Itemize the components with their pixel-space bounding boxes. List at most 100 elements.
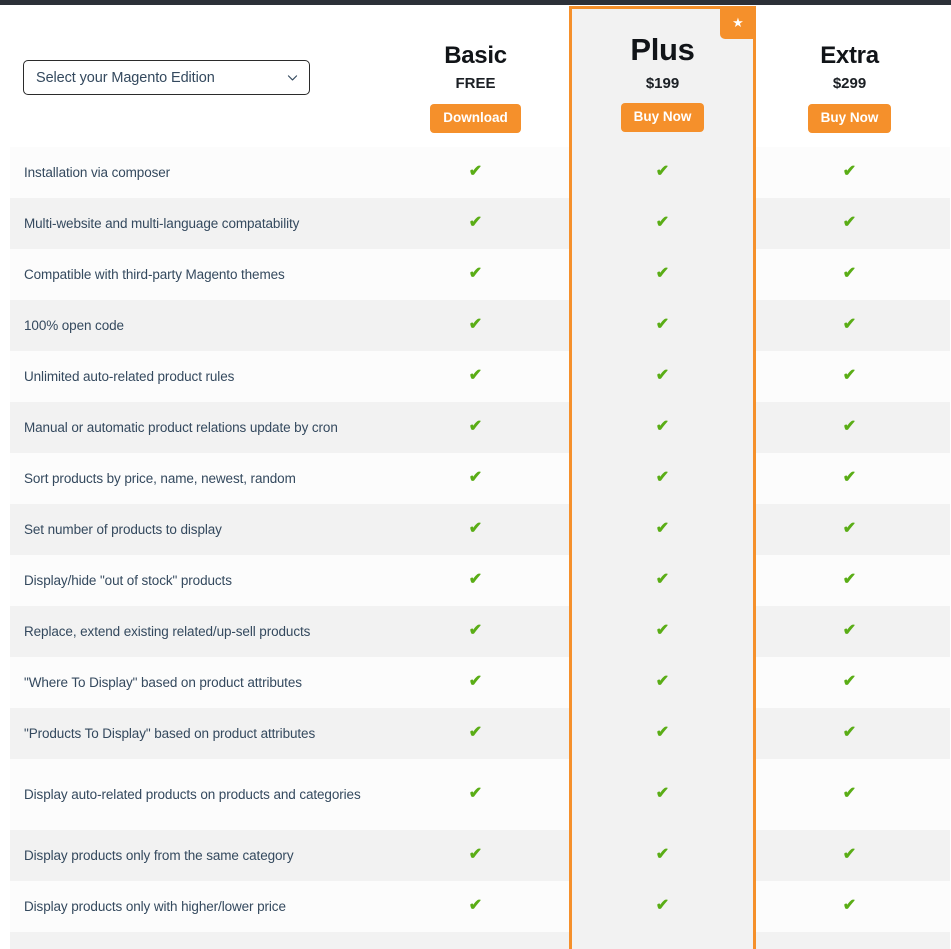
check-icon: ✔ bbox=[655, 264, 670, 282]
check-icon: ✔ bbox=[842, 723, 857, 741]
check-icon: ✔ bbox=[655, 162, 670, 180]
feature-label: Set number of products to display bbox=[24, 521, 222, 537]
feature-comparison-table: Installation via composer ✔ ✔ ✔ Multi-websit… bbox=[0, 147, 951, 949]
check-icon: ✔ bbox=[468, 366, 483, 384]
check-icon: ✔ bbox=[655, 672, 670, 690]
check-icon: ✔ bbox=[655, 213, 670, 231]
feature-label: Display/hide "out of stock" products bbox=[24, 572, 232, 588]
download-button[interactable]: Download bbox=[430, 104, 521, 133]
check-icon: ✔ bbox=[655, 519, 670, 537]
check-icon: ✔ bbox=[468, 672, 483, 690]
chevron-down-icon bbox=[286, 71, 299, 84]
feature-availability-extra: ✔ bbox=[756, 881, 943, 932]
plan-column-basic: Basic FREE Download bbox=[382, 5, 569, 147]
check-icon: ✔ bbox=[842, 468, 857, 486]
feature-availability-basic: ✔ bbox=[382, 249, 569, 300]
check-icon: ✔ bbox=[468, 896, 483, 914]
feature-availability-extra: ✔ bbox=[756, 402, 943, 453]
check-icon: ✔ bbox=[842, 162, 857, 180]
feature-availability-plus: ✔ bbox=[569, 147, 756, 198]
feature-availability-extra: ✔ bbox=[756, 606, 943, 657]
check-icon: ✔ bbox=[842, 315, 857, 333]
check-icon: ✔ bbox=[842, 672, 857, 690]
feature-availability-extra: ✔ bbox=[756, 351, 943, 402]
feature-availability-extra: ✔ bbox=[756, 759, 943, 830]
feature-availability-plus: ✔ bbox=[569, 657, 756, 708]
feature-availability-extra: ✔ bbox=[756, 830, 943, 881]
feature-availability-basic: ✔ bbox=[382, 351, 569, 402]
check-icon: ✔ bbox=[468, 570, 483, 588]
check-icon: ✔ bbox=[655, 723, 670, 741]
plan-price-basic: FREE bbox=[455, 75, 496, 92]
magento-edition-select[interactable]: Select your Magento Edition bbox=[23, 60, 310, 95]
table-row: "Where To Display" based on product attr… bbox=[10, 657, 950, 708]
feature-availability-extra: ✔ bbox=[756, 198, 943, 249]
table-row: Set number of products to display ✔ ✔ ✔ bbox=[10, 504, 950, 555]
feature-availability-extra: ✔ bbox=[756, 249, 943, 300]
feature-availability-plus: ✔ bbox=[569, 830, 756, 881]
feature-availability-basic bbox=[382, 932, 569, 949]
feature-availability-extra bbox=[756, 932, 943, 949]
buy-now-button-extra[interactable]: Buy Now bbox=[807, 104, 892, 133]
feature-availability-basic: ✔ bbox=[382, 504, 569, 555]
feature-label: Display auto-related products on product… bbox=[24, 786, 361, 802]
table-row: Replace, extend existing related/up-sell… bbox=[10, 606, 950, 657]
plan-name-plus: Plus bbox=[630, 32, 695, 67]
check-icon: ✔ bbox=[655, 417, 670, 435]
feature-availability-plus: ✔ bbox=[569, 351, 756, 402]
feature-availability-plus: ✔ bbox=[569, 453, 756, 504]
feature-label: "Products To Display" based on product a… bbox=[24, 725, 316, 741]
table-row bbox=[10, 932, 950, 949]
feature-availability-plus: ✔ bbox=[569, 555, 756, 606]
check-icon: ✔ bbox=[468, 468, 483, 486]
feature-availability-extra: ✔ bbox=[756, 504, 943, 555]
check-icon: ✔ bbox=[655, 845, 670, 863]
check-icon: ✔ bbox=[655, 468, 670, 486]
feature-availability-plus: ✔ bbox=[569, 759, 756, 830]
feature-availability-extra: ✔ bbox=[756, 555, 943, 606]
check-icon: ✔ bbox=[468, 315, 483, 333]
table-row: Compatible with third-party Magento them… bbox=[10, 249, 950, 300]
feature-availability-basic: ✔ bbox=[382, 300, 569, 351]
check-icon: ✔ bbox=[842, 570, 857, 588]
feature-availability-basic: ✔ bbox=[382, 606, 569, 657]
feature-availability-basic: ✔ bbox=[382, 830, 569, 881]
feature-availability-basic: ✔ bbox=[382, 147, 569, 198]
check-icon: ✔ bbox=[468, 417, 483, 435]
check-icon: ✔ bbox=[468, 519, 483, 537]
plan-column-extra: Extra $299 Buy Now bbox=[756, 5, 943, 147]
check-icon: ✔ bbox=[655, 896, 670, 914]
feature-label: Manual or automatic product relations up… bbox=[24, 419, 338, 435]
pricing-comparison-page: Select your Magento Edition Basic FREE D… bbox=[0, 0, 951, 949]
check-icon: ✔ bbox=[468, 784, 483, 802]
feature-availability-extra: ✔ bbox=[756, 147, 943, 198]
table-row: Multi-website and multi-language compata… bbox=[10, 198, 950, 249]
feature-label: Compatible with third-party Magento them… bbox=[24, 266, 285, 282]
magento-edition-select-value: Select your Magento Edition bbox=[36, 69, 215, 86]
feature-availability-basic: ✔ bbox=[382, 657, 569, 708]
feature-availability-basic: ✔ bbox=[382, 708, 569, 759]
table-row: Unlimited auto-related product rules ✔ ✔ ✔ bbox=[10, 351, 950, 402]
table-row: "Products To Display" based on product a… bbox=[10, 708, 950, 759]
feature-label: "Where To Display" based on product attr… bbox=[24, 674, 302, 690]
feature-availability-extra: ✔ bbox=[756, 708, 943, 759]
check-icon: ✔ bbox=[468, 162, 483, 180]
feature-label: Sort products by price, name, newest, ra… bbox=[24, 470, 296, 486]
check-icon: ✔ bbox=[842, 896, 857, 914]
feature-availability-plus: ✔ bbox=[569, 708, 756, 759]
feature-label: 100% open code bbox=[24, 317, 124, 333]
check-icon: ✔ bbox=[655, 621, 670, 639]
feature-availability-plus bbox=[569, 932, 756, 949]
feature-availability-plus: ✔ bbox=[569, 300, 756, 351]
feature-availability-plus: ✔ bbox=[569, 249, 756, 300]
feature-availability-basic: ✔ bbox=[382, 198, 569, 249]
feature-availability-basic: ✔ bbox=[382, 402, 569, 453]
check-icon: ✔ bbox=[842, 784, 857, 802]
table-row: Display auto-related products on product… bbox=[10, 759, 950, 830]
buy-now-button-plus[interactable]: Buy Now bbox=[620, 103, 705, 132]
table-row: Manual or automatic product relations up… bbox=[10, 402, 950, 453]
plan-column-plus: ★ Plus $199 Buy Now bbox=[569, 5, 756, 147]
feature-availability-plus: ✔ bbox=[569, 198, 756, 249]
feature-label: Display products only from the same cate… bbox=[24, 847, 294, 863]
check-icon: ✔ bbox=[842, 213, 857, 231]
